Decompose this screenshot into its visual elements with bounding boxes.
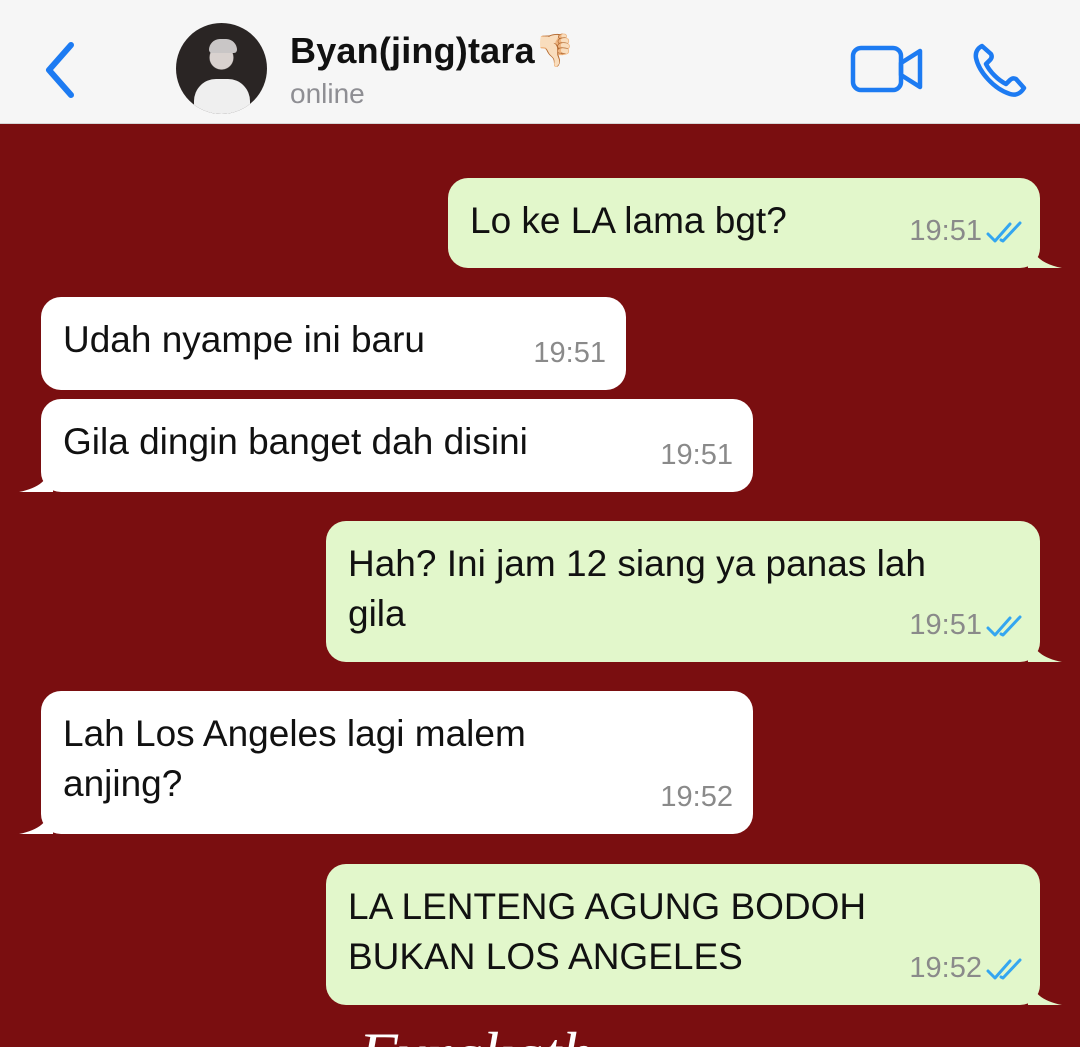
message-text: Udah nyampe ini baru [63, 319, 425, 360]
message-time: 19:51 [660, 439, 733, 471]
contact-name[interactable]: Byan(jing)tara👎🏻 [290, 30, 575, 72]
avatar[interactable] [176, 23, 267, 114]
message-meta: 19:52 [909, 943, 1026, 993]
message-bubble-received[interactable]: Lah Los Angeles lagi malem anjing? 19:52 [19, 691, 753, 834]
caption-text-cutoff: Fyrakath ... ... [0, 1018, 1080, 1047]
message-time: 19:52 [660, 781, 733, 813]
contact-name-text: Byan(jing)tara [290, 30, 535, 71]
phone-icon [973, 43, 1027, 97]
bubble-tail [1028, 632, 1062, 662]
message-bubble-sent[interactable]: Hah? Ini jam 12 siang ya panas lah gila … [326, 521, 1062, 662]
video-camera-icon [850, 45, 923, 93]
bubble-tail [1028, 238, 1062, 268]
read-ticks-icon [986, 221, 1022, 243]
bubble-tail [19, 462, 53, 492]
message-text-line: Lah Los Angeles lagi malem [63, 713, 526, 754]
message-bubble-sent[interactable]: LA LENTENG AGUNG BODOH BUKAN LOS ANGELES… [326, 864, 1062, 1005]
contact-status: online [290, 78, 365, 109]
chat-header: Byan(jing)tara👎🏻 online [0, 0, 1080, 124]
message-text-line: LA LENTENG AGUNG BODOH [348, 886, 867, 927]
video-call-button[interactable] [850, 44, 924, 94]
back-button[interactable] [36, 38, 84, 102]
message-text: Gila dingin banget dah disini [63, 421, 528, 462]
message-time: 19:51 [909, 215, 982, 247]
message-bubble-received[interactable]: Udah nyampe ini baru 19:51 [41, 297, 626, 390]
message-text-line: anjing? [63, 763, 183, 804]
bubble-tail [1028, 975, 1062, 1005]
message-time: 19:51 [533, 337, 606, 369]
read-ticks-icon [986, 958, 1022, 980]
voice-call-button[interactable] [970, 40, 1030, 100]
thumbs-down-emoji: 👎🏻 [534, 32, 575, 68]
message-time: 19:52 [909, 952, 982, 984]
chat-screen: Byan(jing)tara👎🏻 online Lo ke LA lama bg… [0, 0, 1080, 1047]
chevron-left-icon [46, 42, 74, 98]
message-text-line: Hah? Ini jam 12 siang ya panas lah [348, 543, 926, 584]
read-ticks-icon [986, 615, 1022, 637]
message-bubble-sent[interactable]: Lo ke LA lama bgt? 19:51 [448, 178, 1062, 268]
message-time: 19:51 [909, 609, 982, 641]
message-meta: 19:51 [909, 206, 1026, 256]
bubble-tail [19, 804, 53, 834]
message-meta: 19:51 [909, 600, 1026, 650]
message-bubble-received[interactable]: Gila dingin banget dah disini 19:51 [19, 399, 753, 492]
